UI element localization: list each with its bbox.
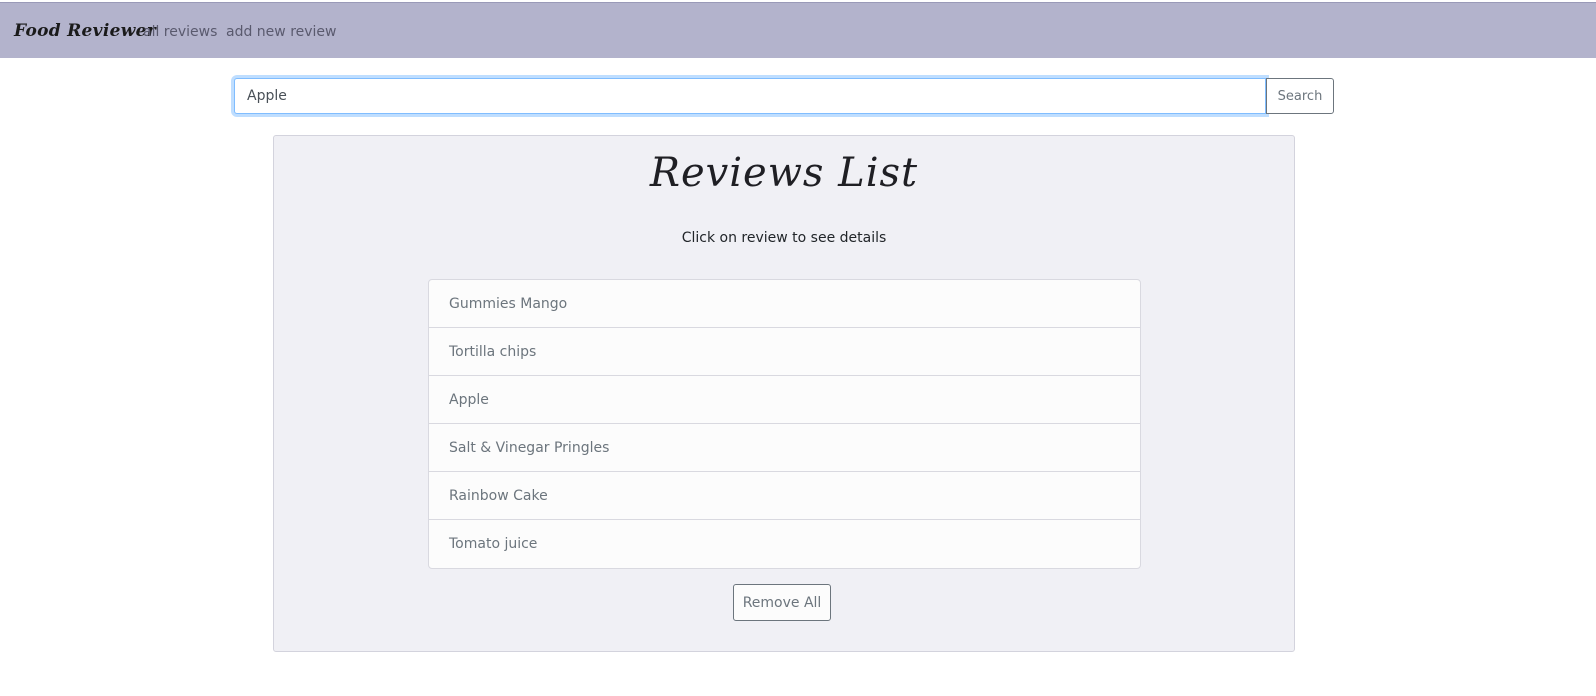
reviews-panel: Reviews List Click on review to see deta… bbox=[273, 135, 1295, 652]
remove-all-button[interactable]: Remove All bbox=[733, 584, 831, 621]
page-title: Reviews List bbox=[649, 150, 919, 196]
reviews-list: Gummies Mango Tortilla chips Apple Salt … bbox=[428, 279, 1141, 569]
page-subtitle: Click on review to see details bbox=[681, 230, 887, 246]
search-button[interactable]: Search bbox=[1266, 78, 1334, 114]
review-item-gummies-mango[interactable]: Gummies Mango bbox=[429, 280, 1140, 328]
review-item-salt-vinegar-pringles[interactable]: Salt & Vinegar Pringles bbox=[429, 424, 1140, 472]
search-input[interactable] bbox=[234, 78, 1266, 114]
review-item-rainbow-cake[interactable]: Rainbow Cake bbox=[429, 472, 1140, 520]
nav-link-all-reviews[interactable]: all reviews bbox=[143, 24, 217, 40]
review-item-tomato-juice[interactable]: Tomato juice bbox=[429, 520, 1140, 568]
review-item-tortilla-chips[interactable]: Tortilla chips bbox=[429, 328, 1140, 376]
brand-logo[interactable]: Food Reviewer bbox=[14, 21, 156, 41]
top-navbar: Food Reviewer all reviews add new review bbox=[0, 2, 1596, 58]
nav-link-add-new-review[interactable]: add new review bbox=[226, 24, 337, 40]
review-item-apple[interactable]: Apple bbox=[429, 376, 1140, 424]
